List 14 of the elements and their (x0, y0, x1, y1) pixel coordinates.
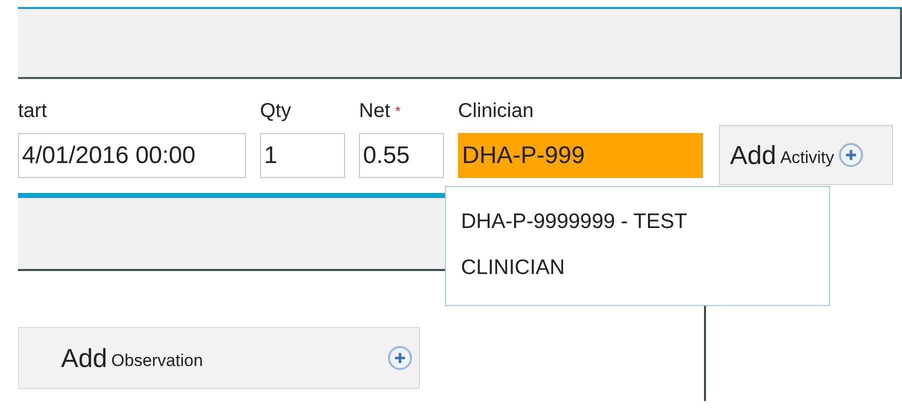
input-field[interactable]: 4/01/2016 00:00 (18, 133, 246, 178)
input-field[interactable]: DHA-P-999 (458, 133, 703, 178)
plus-icon (387, 345, 413, 371)
field-label: Net (359, 99, 390, 124)
input-field[interactable]: 1 (260, 133, 345, 178)
add-activity-button[interactable]: Add Activity (719, 125, 893, 185)
input-field[interactable]: 0.55 (359, 133, 444, 178)
required-mark: * (395, 102, 401, 121)
field-label: Clinician (458, 99, 534, 124)
field-label: Qty (260, 99, 292, 124)
plus-icon (838, 142, 864, 168)
add-observation-button[interactable]: Add Observation (18, 327, 420, 389)
suggestion-item[interactable]: DHA-P-9999999 - TEST CLINICIAN (461, 199, 741, 291)
field-label: tart (18, 99, 47, 124)
